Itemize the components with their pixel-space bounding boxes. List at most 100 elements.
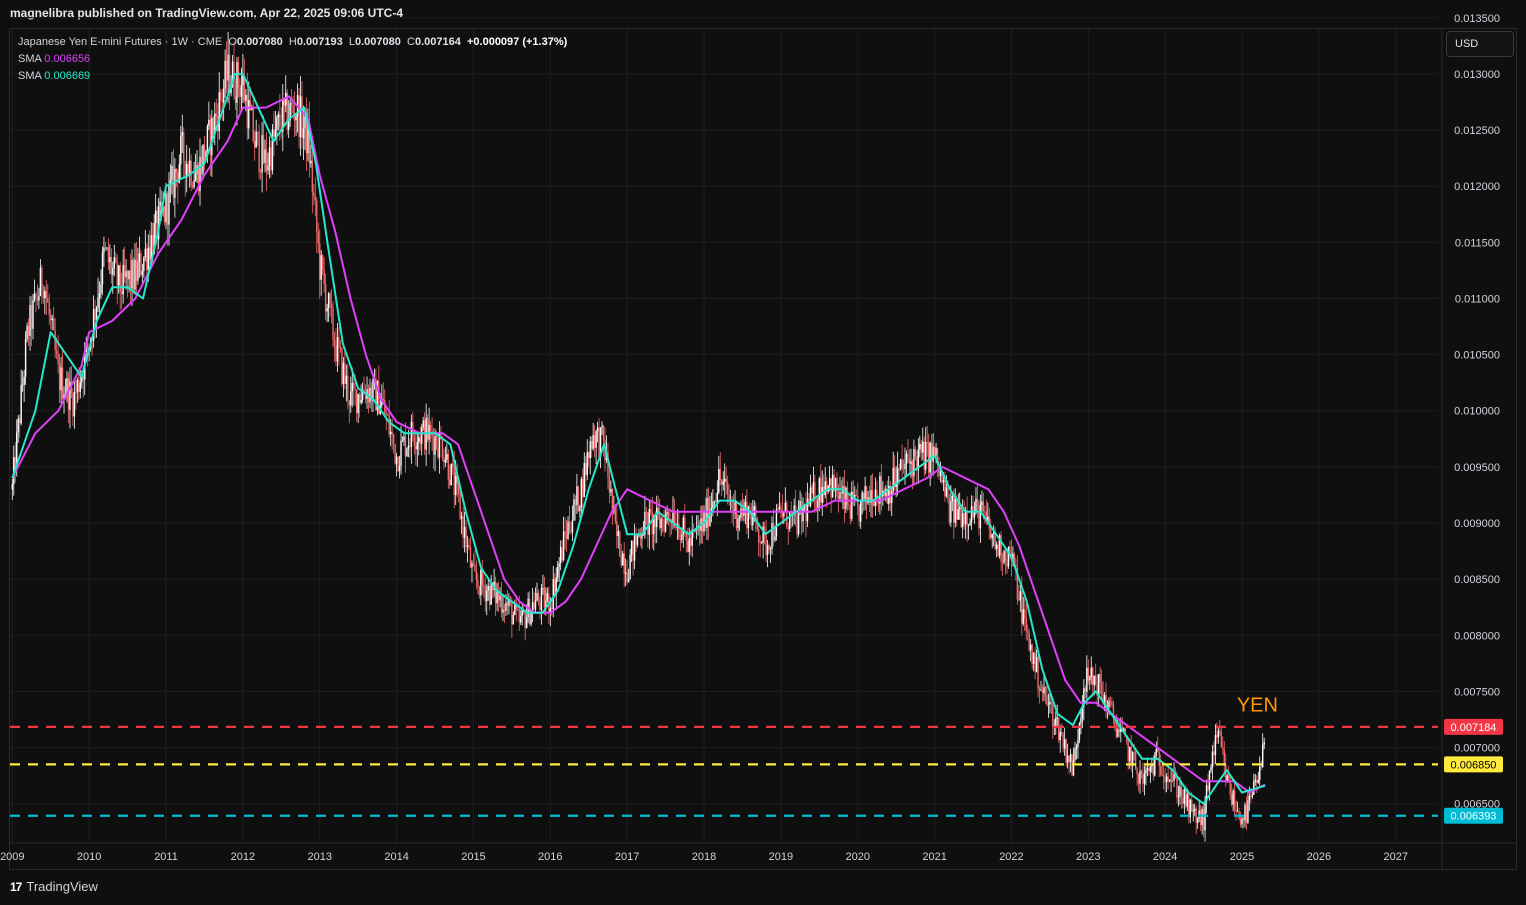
candle-body	[298, 95, 300, 138]
candle-body	[265, 149, 268, 171]
candle-body	[1136, 768, 1138, 774]
candle-body	[598, 427, 600, 458]
candle-body	[338, 337, 340, 348]
candle-body	[313, 192, 315, 196]
candle-body	[135, 259, 138, 281]
candle-body	[94, 309, 96, 320]
candle-body	[104, 247, 107, 249]
candle-body	[1041, 690, 1044, 694]
footer-brand[interactable]: 17 TradingView	[10, 879, 98, 894]
candle-body	[301, 96, 303, 139]
x-tick-label: 2009	[0, 851, 24, 863]
candle-body	[332, 308, 334, 340]
candle-body	[310, 160, 312, 164]
candle-body	[441, 439, 444, 458]
candle-body	[203, 144, 206, 161]
candle-body	[239, 87, 241, 97]
candle-body	[1199, 810, 1202, 826]
candle-body	[768, 545, 770, 550]
candle-body	[812, 482, 815, 494]
candle-body	[50, 314, 52, 321]
candle-body	[183, 132, 185, 162]
candle-body	[583, 463, 585, 498]
candle-body	[421, 427, 423, 444]
candle-body	[814, 482, 816, 509]
legend-sma-fast[interactable]: SMA 0.006669	[18, 68, 567, 85]
candle-body	[1196, 818, 1199, 823]
candle-body	[1060, 731, 1063, 735]
candle-body	[1259, 766, 1261, 780]
y-tick-label: 0.013500	[1454, 13, 1500, 25]
candle-body	[786, 502, 788, 527]
candle-body	[26, 325, 28, 340]
candle-body	[1176, 778, 1178, 798]
x-tick-label: 2015	[461, 851, 485, 863]
candle-body	[449, 479, 451, 485]
candle-body	[1145, 769, 1147, 774]
candle-body	[444, 459, 447, 463]
candle-body	[1179, 786, 1181, 796]
candle-body	[261, 134, 263, 173]
candle-body	[47, 298, 49, 303]
candle-body	[273, 129, 275, 138]
candle-body	[1028, 632, 1030, 651]
candle-body	[1007, 546, 1010, 567]
candle-body	[629, 554, 631, 579]
candle-body	[789, 511, 791, 530]
candle-body	[413, 436, 416, 446]
candle-body	[1208, 770, 1211, 790]
legend-symbol[interactable]: Japanese Yen E-mini Futures · 1W · CME	[18, 36, 222, 48]
candle-body	[1133, 752, 1135, 754]
candle-body	[149, 247, 151, 261]
candle-body	[1230, 794, 1233, 805]
candle-body	[976, 498, 979, 503]
candle-body	[635, 534, 637, 545]
candle-body	[435, 435, 438, 448]
candle-body	[1214, 735, 1217, 756]
candle-body	[817, 500, 819, 509]
candle-body	[925, 441, 927, 470]
candle-body	[758, 529, 760, 543]
candle-body	[610, 488, 612, 493]
candle-body	[1111, 701, 1113, 705]
candle-body	[406, 448, 408, 457]
candle-body	[1202, 808, 1205, 831]
candle-body	[927, 442, 930, 473]
candle-body	[221, 99, 223, 102]
candle-body	[30, 304, 33, 329]
candle-body	[1185, 788, 1187, 807]
candle-body	[960, 507, 962, 527]
candle-body	[997, 544, 999, 556]
candle-body	[481, 570, 484, 585]
candle-body	[168, 184, 170, 225]
candle-body	[716, 492, 719, 503]
candle-body	[1108, 701, 1110, 708]
candle-body	[1232, 790, 1234, 805]
candle-body	[1021, 591, 1023, 624]
candle-body	[651, 512, 653, 535]
candle-body	[180, 135, 182, 165]
candle-body	[511, 602, 513, 625]
y-tick-label: 0.010000	[1454, 406, 1500, 418]
candle-body	[984, 511, 986, 513]
candle-body	[537, 592, 540, 603]
candle-body	[252, 108, 254, 142]
middle-price-label: 0.006850	[1451, 759, 1497, 771]
currency-button[interactable]: USD	[1446, 31, 1514, 57]
candle-body	[540, 588, 543, 610]
legend-sma-slow[interactable]: SMA 0.006656	[18, 51, 567, 68]
candle-body	[1222, 747, 1224, 750]
candle-body	[706, 498, 708, 528]
candle-body	[163, 206, 166, 223]
price-chart[interactable]: 0.0065000.0070000.0075000.0080000.008500…	[0, 0, 1526, 905]
candle-body	[134, 259, 136, 290]
candle-body	[1077, 739, 1079, 747]
candle-body	[351, 383, 353, 392]
candle-body	[1072, 759, 1075, 776]
candle-body	[799, 501, 801, 508]
candle-body	[564, 531, 566, 535]
candle-body	[552, 579, 554, 609]
candle-body	[360, 400, 362, 403]
candle-body	[299, 96, 302, 138]
candle-body	[738, 517, 741, 519]
